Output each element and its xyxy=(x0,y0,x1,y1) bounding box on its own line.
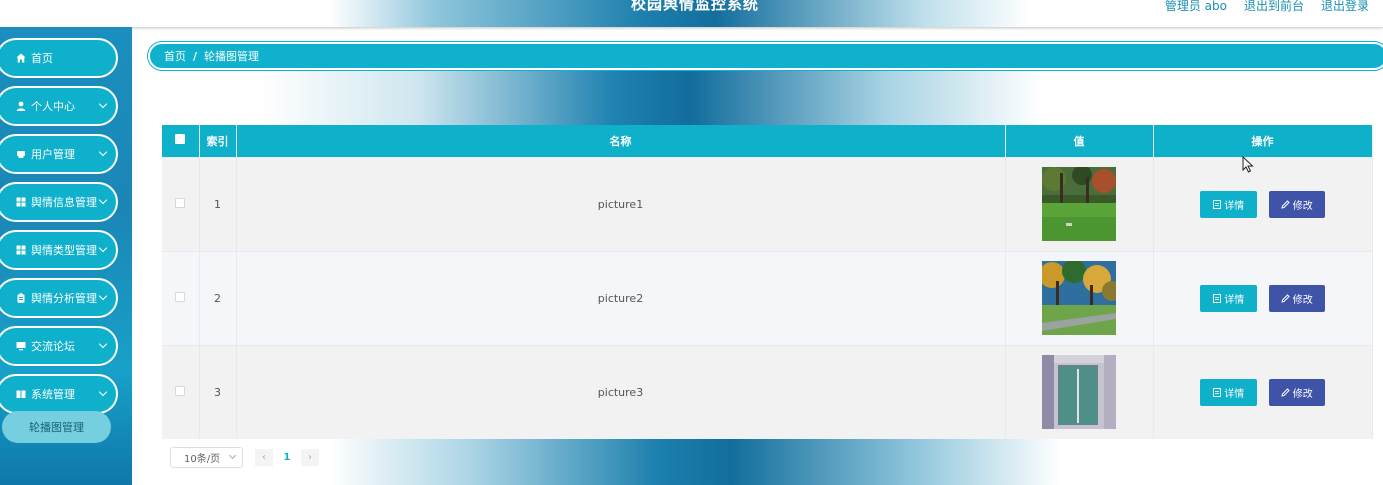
sidebar-item-sentiment-info[interactable]: 舆情信息管理 xyxy=(0,182,118,222)
chevron-down-icon xyxy=(98,387,108,397)
column-header-value: 值 xyxy=(1005,125,1154,157)
grid-icon xyxy=(14,197,28,207)
sidebar-item-label: 舆情分析管理 xyxy=(31,292,97,305)
sidebar-item-label: 交流论坛 xyxy=(31,340,75,353)
prev-page-button[interactable]: ‹ xyxy=(255,449,273,466)
edit-button-label: 修改 xyxy=(1292,200,1313,212)
edit-button[interactable]: 修改 xyxy=(1268,284,1325,312)
sidebar-item-label: 舆情信息管理 xyxy=(31,196,97,209)
page-size-value: 10条/页 xyxy=(184,454,221,465)
autumn-trees-thumbnail[interactable] xyxy=(1042,261,1116,335)
sidebar-item-sentiment-analysis[interactable]: 舆情分析管理 xyxy=(0,278,118,318)
edit-button[interactable]: 修改 xyxy=(1268,378,1325,406)
exit-to-frontend-link[interactable]: 退出到前台 xyxy=(1244,0,1304,12)
row-thumbnail-cell xyxy=(1005,156,1154,251)
building-door-thumbnail[interactable] xyxy=(1042,355,1116,430)
edit-button-label: 修改 xyxy=(1292,294,1313,306)
sidebar-subitem-carousel[interactable]: 轮播图管理 xyxy=(2,411,111,443)
page-size-select[interactable]: 10条/页 xyxy=(170,447,243,468)
row-actions: 详情 修改 xyxy=(1153,344,1373,439)
clipboard-icon xyxy=(14,293,28,303)
column-header-name: 名称 xyxy=(236,125,1006,157)
chevron-down-icon xyxy=(228,451,237,460)
row-name: picture1 xyxy=(236,156,1006,251)
row-checkbox[interactable] xyxy=(175,385,186,396)
next-page-button[interactable]: › xyxy=(301,449,319,466)
chevron-down-icon xyxy=(98,147,108,157)
sidebar-item-label: 用户管理 xyxy=(31,148,75,161)
pencil-icon xyxy=(1281,293,1290,303)
sidebar-item-system[interactable]: 系统管理 xyxy=(0,374,118,414)
admin-user-link[interactable]: 管理员 abo xyxy=(1165,0,1227,12)
detail-button[interactable]: 详情 xyxy=(1200,378,1258,406)
home-icon xyxy=(14,53,28,63)
table-header-row: 索引 名称 值 操作 xyxy=(162,125,1373,157)
pencil-icon xyxy=(1281,388,1290,397)
content-background-wash xyxy=(262,70,1042,126)
row-name: picture2 xyxy=(236,250,1006,345)
park-lawn-thumbnail[interactable] xyxy=(1042,167,1116,241)
chevron-down-icon xyxy=(98,291,108,301)
row-index: 1 xyxy=(199,156,237,251)
chevron-down-icon xyxy=(98,243,108,253)
row-checkbox[interactable] xyxy=(175,197,186,208)
document-icon xyxy=(1213,199,1222,209)
sidebar-item-label: 个人中心 xyxy=(31,100,75,113)
column-header-actions: 操作 xyxy=(1153,125,1373,157)
row-checkbox[interactable] xyxy=(175,291,186,302)
mouse-cursor-icon xyxy=(1242,156,1254,173)
chevron-down-icon xyxy=(98,195,108,205)
breadcrumb-separator: / xyxy=(193,49,198,63)
top-bar: 校园舆情监控系统 管理员 abo 退出到前台 退出登录 xyxy=(0,0,1383,27)
row-actions: 详情 修改 xyxy=(1153,250,1373,345)
sidebar-item-label: 系统管理 xyxy=(31,388,75,401)
document-icon xyxy=(1213,387,1222,397)
footer-background-wash xyxy=(330,438,1060,485)
printer-icon xyxy=(14,149,28,159)
row-actions: 详情 修改 xyxy=(1153,156,1373,251)
monitor-icon xyxy=(14,341,28,351)
row-thumbnail-cell xyxy=(1005,250,1154,345)
table-row: 3 picture3 详情 修改 xyxy=(162,344,1373,439)
detail-button[interactable]: 详情 xyxy=(1200,284,1258,312)
sidebar-item-sentiment-type[interactable]: 舆情类型管理 xyxy=(0,230,118,270)
sidebar-item-forum[interactable]: 交流论坛 xyxy=(0,326,118,366)
row-index: 3 xyxy=(199,344,237,439)
chevron-down-icon xyxy=(98,99,108,109)
detail-button[interactable]: 详情 xyxy=(1200,190,1258,218)
book-icon xyxy=(14,389,28,399)
chevron-down-icon xyxy=(98,339,108,349)
row-index: 2 xyxy=(199,250,237,345)
grid-icon xyxy=(14,245,28,255)
document-icon xyxy=(1213,293,1222,303)
column-header-index: 索引 xyxy=(199,125,237,157)
table-row: 1 picture1 详情 修改 xyxy=(162,156,1373,251)
sidebar-item-user-management[interactable]: 用户管理 xyxy=(0,134,118,174)
carousel-table: 索引 名称 值 操作 1 picture1 详情 修改 2 picture2 详… xyxy=(162,125,1373,439)
sidebar-item-label: 舆情类型管理 xyxy=(31,244,97,257)
top-links: 管理员 abo 退出到前台 退出登录 xyxy=(1165,0,1369,12)
edit-button-label: 修改 xyxy=(1292,388,1313,400)
app-title: 校园舆情监控系统 xyxy=(630,0,759,13)
select-all-cell xyxy=(162,125,200,157)
pencil-icon xyxy=(1281,199,1290,209)
edit-button[interactable]: 修改 xyxy=(1268,190,1325,218)
logout-link[interactable]: 退出登录 xyxy=(1321,0,1369,12)
user-icon xyxy=(14,101,28,111)
row-name: picture3 xyxy=(236,344,1006,439)
detail-button-label: 详情 xyxy=(1224,200,1245,212)
breadcrumb: 首页 / 轮播图管理 xyxy=(148,42,1383,70)
breadcrumb-home[interactable]: 首页 xyxy=(164,48,186,64)
sidebar-item-personal-center[interactable]: 个人中心 xyxy=(0,86,118,126)
table-row: 2 picture2 详情 修改 xyxy=(162,250,1373,345)
breadcrumb-current: 轮播图管理 xyxy=(204,50,260,63)
row-thumbnail-cell xyxy=(1005,344,1154,439)
detail-button-label: 详情 xyxy=(1224,388,1245,400)
pagination: 10条/页 ‹ 1 › xyxy=(170,447,319,468)
select-all-checkbox[interactable] xyxy=(175,134,186,145)
sidebar-item-home[interactable]: 首页 xyxy=(0,38,118,78)
page-number-current[interactable]: 1 xyxy=(278,449,296,466)
detail-button-label: 详情 xyxy=(1224,294,1245,306)
sidebar-item-label: 首页 xyxy=(31,52,53,65)
